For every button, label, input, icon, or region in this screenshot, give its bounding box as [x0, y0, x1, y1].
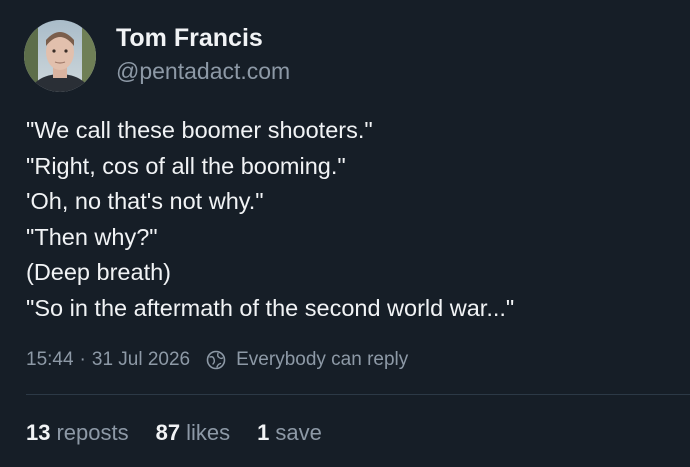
author-handle[interactable]: @pentadact.com	[116, 56, 290, 86]
likes-count: 87	[155, 420, 181, 445]
post-text-line: 'Oh, no that's not why."	[26, 188, 264, 214]
post-card: Tom Francis @pentadact.com "We call thes…	[0, 0, 690, 467]
likes-label: likes	[186, 420, 231, 445]
reply-setting[interactable]: Everybody can reply	[206, 346, 408, 374]
author-display-name[interactable]: Tom Francis	[116, 22, 290, 54]
reposts-stat[interactable]: 13 reposts	[26, 418, 129, 448]
post-meta: 15:44 · 31 Jul 2026 Everybody can reply	[26, 346, 408, 374]
post-header: Tom Francis @pentadact.com	[24, 20, 290, 92]
saves-stat[interactable]: 1 save	[257, 418, 322, 448]
post-date: 31 Jul 2026	[91, 349, 191, 370]
reposts-label: reposts	[56, 420, 129, 445]
author-names: Tom Francis @pentadact.com	[116, 24, 290, 86]
divider	[26, 394, 690, 395]
saves-label: save	[275, 420, 322, 445]
meta-separator: ·	[79, 349, 86, 370]
reposts-count: 13	[26, 420, 51, 445]
avatar-image	[24, 20, 96, 92]
reply-setting-label: Everybody can reply	[236, 349, 409, 370]
post-stats: 13 reposts 87 likes 1 save	[26, 418, 349, 448]
likes-stat[interactable]: 87 likes	[156, 418, 231, 448]
post-text-line: "So in the aftermath of the second world…	[26, 294, 515, 321]
post-text-line: (Deep breath)	[26, 259, 171, 285]
globe-icon	[206, 350, 226, 370]
post-text-line: "Then why?"	[26, 223, 158, 250]
avatar[interactable]	[24, 20, 96, 92]
post-text: "We call these boomer shooters." "Right,…	[26, 113, 676, 326]
post-text-line: "Right, cos of all the booming."	[26, 152, 346, 179]
saves-count: 1	[257, 420, 270, 445]
post-time: 15:44	[26, 349, 74, 370]
post-text-line: "We call these boomer shooters."	[26, 117, 373, 143]
